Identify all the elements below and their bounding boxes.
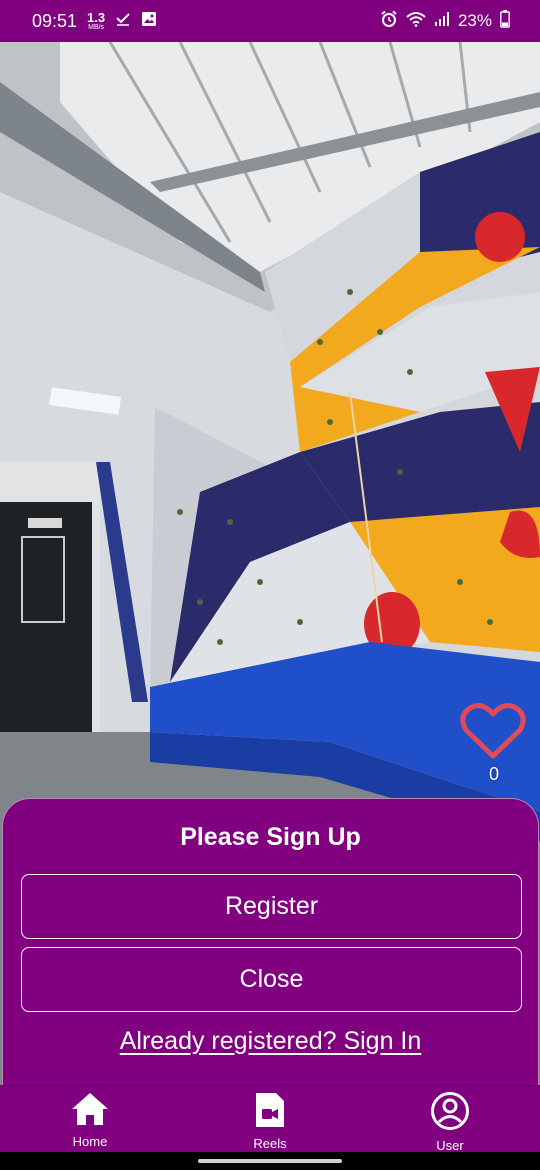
battery-percent: 23% — [457, 11, 492, 30]
user-icon — [430, 1091, 470, 1136]
nav-label-reels: Reels — [253, 1136, 287, 1151]
like-count: 0 — [488, 764, 499, 784]
status-time: 09:51 — [32, 10, 78, 31]
like-control[interactable]: 0 — [460, 702, 528, 785]
status-right: 23% — [380, 9, 510, 33]
network-speed-unit: MB/s — [88, 24, 105, 31]
status-bar: 09:51 1.3 MB/s 23% — [0, 0, 540, 42]
nav-label-home: Home — [72, 1134, 108, 1149]
nav-label-user: User — [436, 1138, 464, 1153]
check-icon — [115, 11, 131, 31]
battery-icon — [500, 9, 510, 33]
home-icon — [70, 1091, 110, 1132]
nav-item-reels[interactable]: Reels — [180, 1086, 360, 1152]
gesture-area — [0, 1152, 540, 1170]
network-speed-value: 1.3 — [87, 10, 106, 25]
network-speed: 1.3 MB/s — [87, 11, 105, 31]
alarm-icon — [380, 10, 398, 33]
nav-item-home[interactable]: Home — [0, 1086, 180, 1152]
reels-icon — [254, 1091, 286, 1134]
status-left: 09:51 1.3 MB/s — [32, 11, 157, 32]
sheet-title: Please Sign Up — [180, 823, 361, 851]
wifi-icon — [406, 11, 426, 32]
signup-sheet: Please Sign Up Register Close Already re… — [2, 798, 539, 1088]
bottom-nav: Home Reels User — [0, 1085, 540, 1153]
heart-icon[interactable] — [460, 702, 528, 760]
signal-icon — [434, 11, 450, 32]
gesture-bar[interactable] — [198, 1159, 342, 1163]
nav-item-user[interactable]: User — [360, 1086, 540, 1153]
close-button[interactable]: Close — [21, 947, 522, 1012]
signin-link[interactable]: Already registered? Sign In — [3, 1027, 538, 1056]
gallery-icon — [141, 11, 157, 32]
register-button[interactable]: Register — [21, 874, 522, 939]
